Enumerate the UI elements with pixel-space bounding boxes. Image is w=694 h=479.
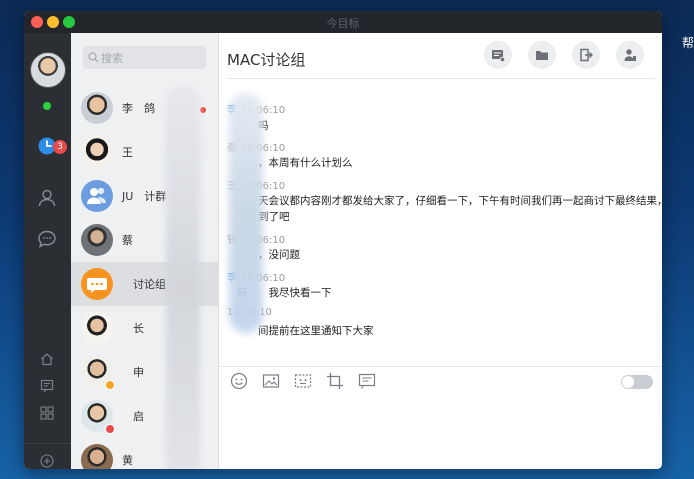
message-record-icon — [358, 373, 376, 389]
privacy-blur — [166, 85, 200, 469]
conversation-name: JU 计群 — [122, 190, 167, 203]
unread-dot — [200, 107, 206, 113]
avatar — [81, 92, 113, 124]
conversation-name: 王 — [122, 146, 133, 159]
send-mode-toggle[interactable] — [621, 375, 653, 389]
message-record-button[interactable] — [358, 372, 376, 390]
home-icon[interactable] — [40, 351, 54, 366]
conversation-list: 搜索 李 鸽 王 JU 计群 蔡 讨论组 长 申 启 黄 — [71, 33, 219, 469]
group-icon — [87, 187, 106, 204]
chat-title: MAC讨论组 — [227, 51, 306, 69]
message-text: 天会议都内容刚才都发给大家了，仔细看一下，下午有时间我们再一起商讨下最终结果， — [237, 195, 662, 207]
status-dot — [105, 424, 115, 434]
folder-icon — [536, 51, 548, 60]
chat-panel: MAC讨论组 李 13:06:10 吗 秦 13:06:10 ，本周有什么计划么… — [219, 33, 662, 469]
members-button[interactable] — [616, 41, 644, 69]
conversation-name: 长 — [122, 322, 144, 335]
avatar — [81, 444, 113, 469]
avatar — [81, 312, 113, 344]
screenshot-icon — [294, 374, 312, 388]
conversation-record-button[interactable] — [484, 41, 512, 69]
members-icon — [624, 49, 636, 61]
crop-icon — [327, 373, 343, 389]
discussion-group-icon — [87, 278, 107, 293]
avatar — [81, 136, 113, 168]
avatar — [81, 268, 113, 300]
conversation-name: 讨论组 — [122, 278, 166, 291]
person-icon[interactable] — [37, 188, 57, 208]
toggle-knob — [622, 376, 634, 388]
conversation-record-icon — [492, 50, 505, 62]
app-window: 今目标 3 搜索 李 鸽 王 JU 计群 蔡 讨论组 长 申 启 黄 MAC讨论… — [24, 11, 662, 469]
image-icon — [262, 374, 280, 388]
exit-group-button[interactable] — [572, 41, 600, 69]
avatar — [81, 180, 113, 212]
crop-button[interactable] — [326, 372, 344, 390]
avatar — [81, 224, 113, 256]
image-button[interactable] — [262, 372, 280, 390]
chat-bubble-icon[interactable] — [37, 229, 57, 249]
composer-divider — [219, 366, 662, 367]
online-status-dot — [43, 102, 51, 110]
conversation-name: 申 — [122, 366, 144, 379]
search-icon — [88, 52, 99, 63]
files-button[interactable] — [528, 41, 556, 69]
grid-icon[interactable] — [40, 405, 54, 420]
notification-badge: 3 — [53, 140, 67, 154]
nav-sidebar: 3 — [24, 33, 71, 469]
window-title: 今目标 — [326, 17, 360, 30]
privacy-blur — [229, 93, 263, 333]
note-icon[interactable] — [40, 378, 54, 393]
conversation-name: 李 鸽 — [122, 102, 155, 115]
status-dot — [105, 380, 115, 390]
emoji-button[interactable] — [230, 372, 248, 390]
conversation-name: 蔡 — [122, 234, 133, 247]
search-placeholder: 搜索 — [101, 52, 123, 65]
emoji-icon — [230, 372, 248, 390]
conversation-name: 启 — [122, 410, 144, 423]
nav-divider — [24, 443, 71, 444]
title-bar: 今目标 — [24, 11, 662, 33]
exit-icon — [580, 48, 593, 62]
screenshot-button[interactable] — [294, 372, 312, 390]
my-avatar[interactable] — [30, 52, 66, 88]
search-input[interactable]: 搜索 — [83, 46, 206, 69]
header-divider — [227, 78, 654, 79]
plus-icon[interactable] — [40, 453, 54, 468]
desktop-corner-text: 帮 — [681, 36, 694, 50]
conversation-name: 黄 — [122, 454, 133, 467]
